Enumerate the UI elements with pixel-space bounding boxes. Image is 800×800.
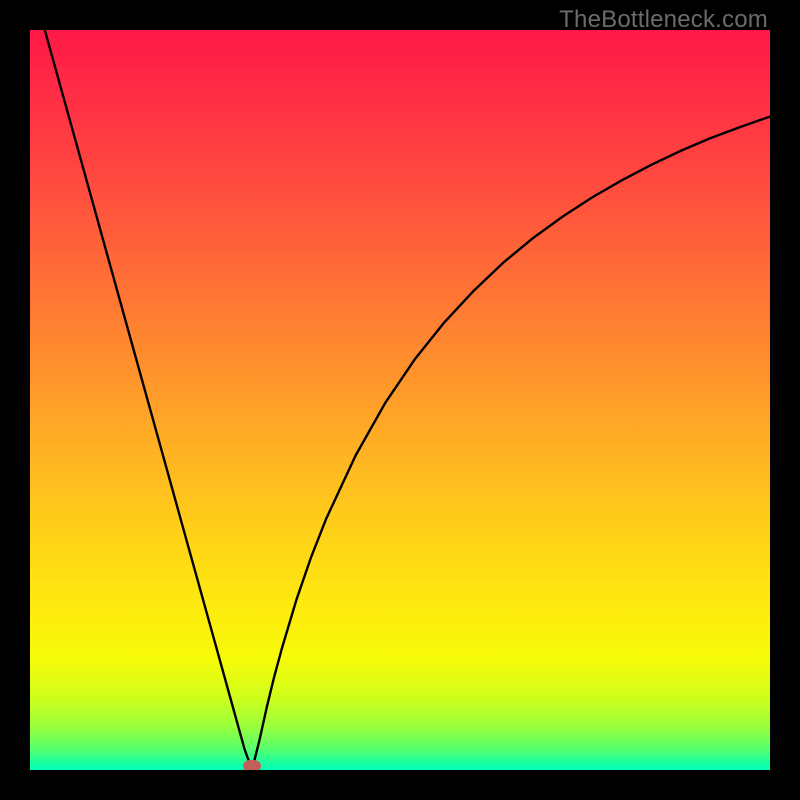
- curve-svg: [30, 30, 770, 770]
- bottleneck-curve: [45, 30, 770, 770]
- plot-area: [30, 30, 770, 770]
- chart-frame: TheBottleneck.com: [0, 0, 800, 800]
- min-point-marker: [243, 760, 261, 770]
